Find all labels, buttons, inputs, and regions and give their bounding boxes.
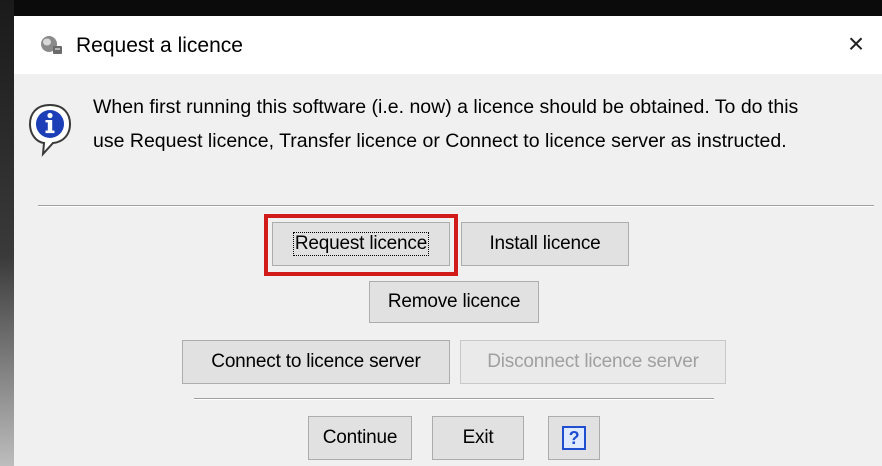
instruction-message: When first running this software (i.e. n… [93, 90, 873, 158]
remove-licence-button[interactable]: Remove licence [369, 281, 539, 323]
request-licence-button[interactable]: Request licence [272, 222, 450, 266]
exit-button[interactable]: Exit [432, 416, 524, 460]
information-icon [27, 102, 73, 158]
help-icon: ? [562, 426, 586, 450]
disconnect-licence-server-label: Disconnect licence server [487, 351, 699, 372]
connect-licence-server-label: Connect to licence server [211, 351, 421, 372]
licence-dialog: Request a licence × When first running t… [14, 16, 882, 466]
title-bar: Request a licence × [14, 16, 882, 74]
message-line: use Request licence, Transfer licence or… [93, 130, 787, 152]
exit-label: Exit [462, 427, 494, 448]
close-button[interactable]: × [830, 24, 882, 64]
help-button[interactable]: ? [548, 416, 600, 460]
message-line: When first running this software (i.e. n… [93, 96, 799, 118]
disconnect-licence-server-button[interactable]: Disconnect licence server [460, 340, 726, 384]
app-icon [38, 34, 64, 56]
install-licence-button[interactable]: Install licence [461, 222, 629, 266]
continue-button[interactable]: Continue [308, 416, 412, 460]
desktop-edge [0, 0, 14, 466]
separator [194, 398, 714, 400]
window-title: Request a licence [76, 34, 243, 57]
dialog-body: When first running this software (i.e. n… [14, 74, 882, 466]
install-licence-label: Install licence [489, 233, 601, 254]
close-icon: × [847, 28, 865, 59]
separator [38, 205, 874, 207]
continue-label: Continue [322, 427, 398, 448]
remove-licence-label: Remove licence [387, 291, 521, 312]
connect-licence-server-button[interactable]: Connect to licence server [182, 340, 450, 384]
request-licence-label: Request licence [292, 232, 430, 256]
